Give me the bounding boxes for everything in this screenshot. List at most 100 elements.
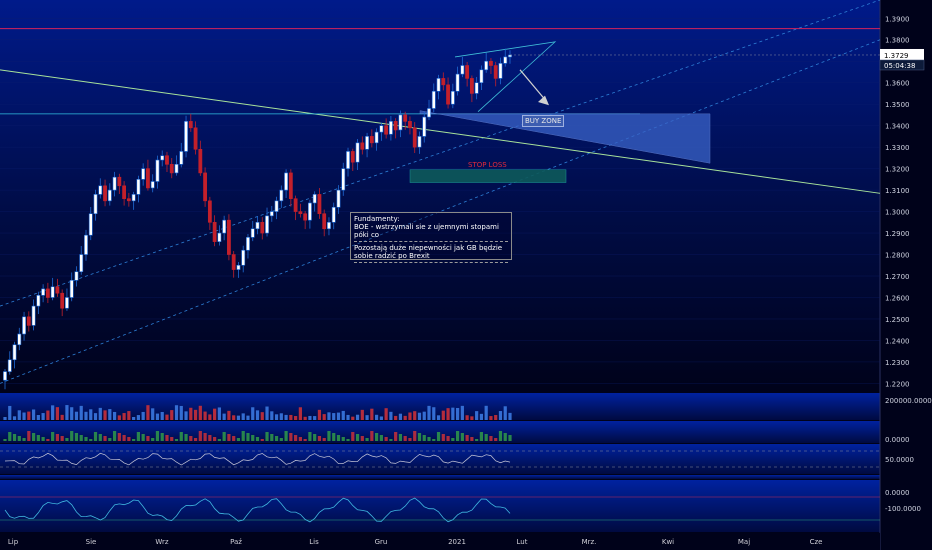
candle-body-81[interactable] (388, 121, 393, 135)
stop-loss-label[interactable]: STOP LOSS (466, 160, 509, 170)
candle-body-50[interactable] (241, 249, 246, 266)
candle-body-47[interactable] (227, 219, 231, 255)
candle-body-100[interactable] (479, 69, 484, 83)
candle-body-37[interactable] (179, 151, 184, 165)
candle-body-5[interactable] (26, 316, 31, 326)
candle-body-1[interactable] (7, 359, 12, 372)
candle-body-105[interactable] (503, 56, 508, 64)
candle-body-72[interactable] (346, 151, 350, 169)
chart-stage[interactable]: 1.39001.38001.37001.36001.35001.34001.33… (0, 0, 932, 550)
stop-loss-zone[interactable] (409, 169, 567, 183)
candle-body-106[interactable] (508, 54, 512, 58)
candle-body-102[interactable] (489, 60, 493, 66)
candle-body-97[interactable] (465, 65, 470, 79)
candle-body-29[interactable] (141, 168, 146, 180)
candle-body-23[interactable] (112, 176, 117, 191)
candle-body-45[interactable] (217, 232, 222, 242)
candle-body-51[interactable] (246, 237, 250, 251)
candle-body-4[interactable] (22, 316, 26, 335)
candle-body-40[interactable] (193, 127, 198, 150)
candle-body-33[interactable] (160, 155, 165, 161)
candle-body-11[interactable] (55, 286, 60, 294)
candle-body-96[interactable] (460, 65, 465, 75)
candle-body-71[interactable] (341, 168, 346, 191)
candle-body-10[interactable] (50, 286, 55, 298)
candle-body-19[interactable] (93, 194, 98, 215)
candle-body-70[interactable] (336, 189, 341, 208)
candle-body-94[interactable] (450, 90, 455, 105)
candle-body-75[interactable] (360, 142, 365, 150)
candle-body-56[interactable] (269, 211, 274, 217)
candle-body-53[interactable] (255, 222, 260, 230)
candle-body-58[interactable] (279, 189, 284, 202)
candle-body-13[interactable] (65, 297, 69, 309)
candle-body-77[interactable] (369, 136, 374, 144)
candle-body-59[interactable] (284, 172, 288, 191)
candle-body-62[interactable] (298, 211, 303, 215)
candle-body-38[interactable] (184, 121, 188, 152)
candle-body-48[interactable] (231, 254, 236, 270)
candle-body-32[interactable] (155, 159, 160, 182)
candle-body-60[interactable] (288, 172, 293, 199)
candle-body-42[interactable] (203, 172, 207, 202)
candle-body-104[interactable] (498, 63, 503, 79)
candle-body-82[interactable] (393, 121, 398, 131)
candle-body-65[interactable] (312, 194, 317, 204)
candle-body-8[interactable] (41, 288, 46, 296)
candle-body-95[interactable] (455, 73, 460, 92)
candle-body-83[interactable] (398, 114, 403, 131)
candle-body-93[interactable] (446, 84, 450, 105)
candle-body-67[interactable] (322, 213, 327, 230)
candle-body-34[interactable] (165, 155, 169, 165)
candle-body-0[interactable] (3, 371, 7, 381)
candle-body-12[interactable] (60, 292, 65, 309)
candle-body-3[interactable] (17, 333, 22, 346)
candle-body-69[interactable] (331, 206, 336, 223)
candle-body-63[interactable] (303, 213, 308, 221)
candle-body-98[interactable] (469, 78, 474, 94)
candle-body-16[interactable] (79, 254, 84, 273)
price-chart[interactable]: 1.39001.38001.37001.36001.35001.34001.33… (0, 0, 932, 550)
candle-body-21[interactable] (103, 185, 107, 202)
candle-body-27[interactable] (131, 194, 136, 202)
candle-body-36[interactable] (174, 164, 179, 174)
candle-body-79[interactable] (379, 125, 384, 133)
candle-body-78[interactable] (374, 131, 379, 144)
candle-body-91[interactable] (436, 78, 441, 92)
candle-body-76[interactable] (365, 136, 369, 150)
candle-body-68[interactable] (327, 222, 331, 230)
candle-body-43[interactable] (207, 200, 212, 223)
buy-zone-label[interactable]: BUY ZONE (522, 115, 565, 127)
candle-body-49[interactable] (236, 264, 241, 270)
candle-body-99[interactable] (474, 82, 479, 94)
candle-body-44[interactable] (212, 222, 217, 242)
candle-body-92[interactable] (441, 78, 446, 86)
candle-body-7[interactable] (36, 295, 41, 307)
candle-body-57[interactable] (274, 200, 279, 212)
candle-body-15[interactable] (74, 271, 79, 281)
candle-body-101[interactable] (484, 60, 489, 71)
candle-body-55[interactable] (265, 215, 269, 234)
candle-body-9[interactable] (45, 288, 50, 298)
candle-body-46[interactable] (222, 219, 227, 234)
candle-body-31[interactable] (150, 181, 155, 189)
candle-body-25[interactable] (122, 185, 127, 199)
candle-body-87[interactable] (417, 136, 422, 148)
candle-body-6[interactable] (31, 305, 36, 326)
candle-body-52[interactable] (250, 228, 255, 238)
candle-body-22[interactable] (107, 189, 112, 202)
candle-body-30[interactable] (146, 168, 150, 189)
candle-body-26[interactable] (126, 198, 131, 202)
fundamentals-note[interactable]: Fundamenty: BOE - wstrzymali sie z ujemn… (350, 212, 512, 263)
candle-body-41[interactable] (198, 148, 203, 174)
candle-body-54[interactable] (260, 222, 265, 234)
candle-body-80[interactable] (384, 125, 389, 135)
candle-body-61[interactable] (293, 198, 298, 212)
candle-body-89[interactable] (427, 108, 431, 118)
candle-body-24[interactable] (117, 176, 122, 187)
candle-body-103[interactable] (493, 65, 498, 79)
candle-body-64[interactable] (308, 202, 312, 221)
candle-body-84[interactable] (403, 114, 408, 122)
candle-body-2[interactable] (12, 344, 17, 361)
candle-body-66[interactable] (317, 194, 322, 215)
